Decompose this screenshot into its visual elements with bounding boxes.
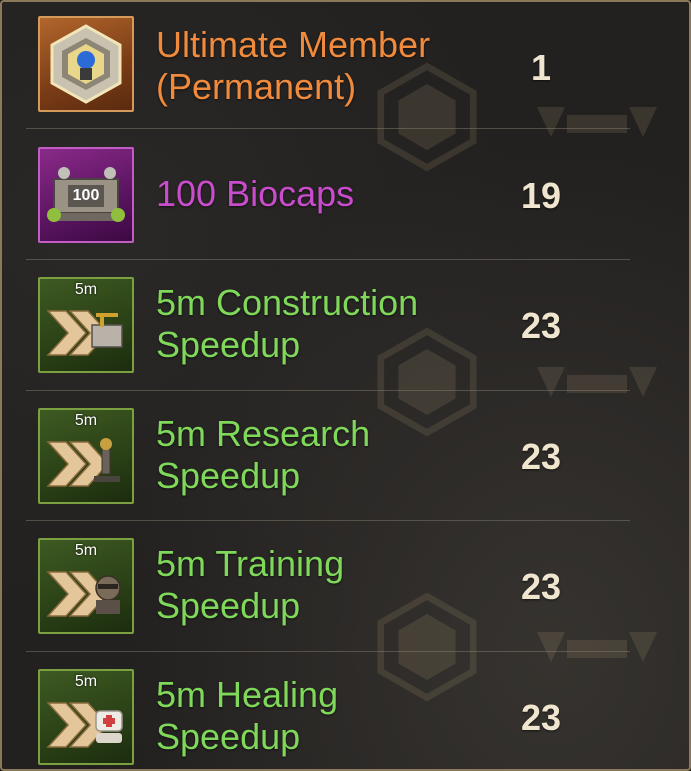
reward-name: 5m Research Speedup [156,413,370,497]
reward-quantity: 19 [520,175,562,216]
reward-panel: ​ [0,0,691,771]
reward-name-line2: Speedup [156,324,301,365]
reward-row-training-speedup: 5m 5m Training Speedup 23 [26,521,630,652]
reward-name-line1: 5m Research [156,412,371,454]
reward-name-line2: Speedup [156,454,301,496]
reward-row-ultimate-member: Ultimate Member (Permanent) 1 [26,2,630,129]
reward-row-healing-speedup: 5m 5m Healing Speedup 23 [26,652,630,770]
member-badge-graphic [50,24,122,104]
reward-name: 5m Training Speedup [156,543,344,627]
reward-quantity: 23 [520,435,562,477]
reward-row-biocaps: 100 100 Biocaps 19 [26,129,630,260]
reward-name-line1: Ultimate Member [156,24,431,65]
reward-quantity: 23 [520,305,562,346]
reward-name-line2: Speedup [156,715,301,757]
reward-name-line1: 100 Biocaps [156,173,355,214]
biocaps-label: 100 [72,187,100,204]
healing-speedup-icon[interactable]: 5m [38,668,134,765]
construction-speedup-icon[interactable]: 5m [38,277,134,373]
biocaps-crate-icon[interactable]: 100 [38,147,134,243]
reward-name-line2: Speedup [156,585,301,626]
reward-name: 5m Construction Speedup [156,282,418,366]
reward-name: 100 Biocaps [156,173,354,215]
research-speedup-icon[interactable]: 5m [38,407,134,504]
reward-list: Ultimate Member (Permanent) 1 100 100 Bi… [26,2,630,770]
speedup-duration-label: 5m [74,672,98,690]
speedup-duration-label: 5m [74,542,98,559]
training-speedup-icon[interactable]: 5m [38,538,134,634]
reward-row-research-speedup: 5m 5m Research Speedup 23 [26,391,630,521]
reward-name-line1: 5m Training [156,543,345,584]
reward-name-line1: 5m Construction [156,282,419,323]
reward-name: Ultimate Member (Permanent) [156,24,430,108]
speedup-duration-label: 5m [74,411,98,429]
reward-name-line2: (Permanent) [156,66,357,107]
reward-name-line1: 5m Healing [156,673,339,715]
speedup-duration-label: 5m [74,281,98,298]
reward-name: 5m Healing Speedup [156,674,338,758]
member-badge-icon[interactable] [38,16,134,112]
reward-quantity: 23 [520,566,562,607]
reward-quantity: 1 [530,47,552,88]
reward-quantity: 23 [520,696,562,738]
reward-row-construction-speedup: 5m 5m Construction Speedup 23 [26,260,630,391]
